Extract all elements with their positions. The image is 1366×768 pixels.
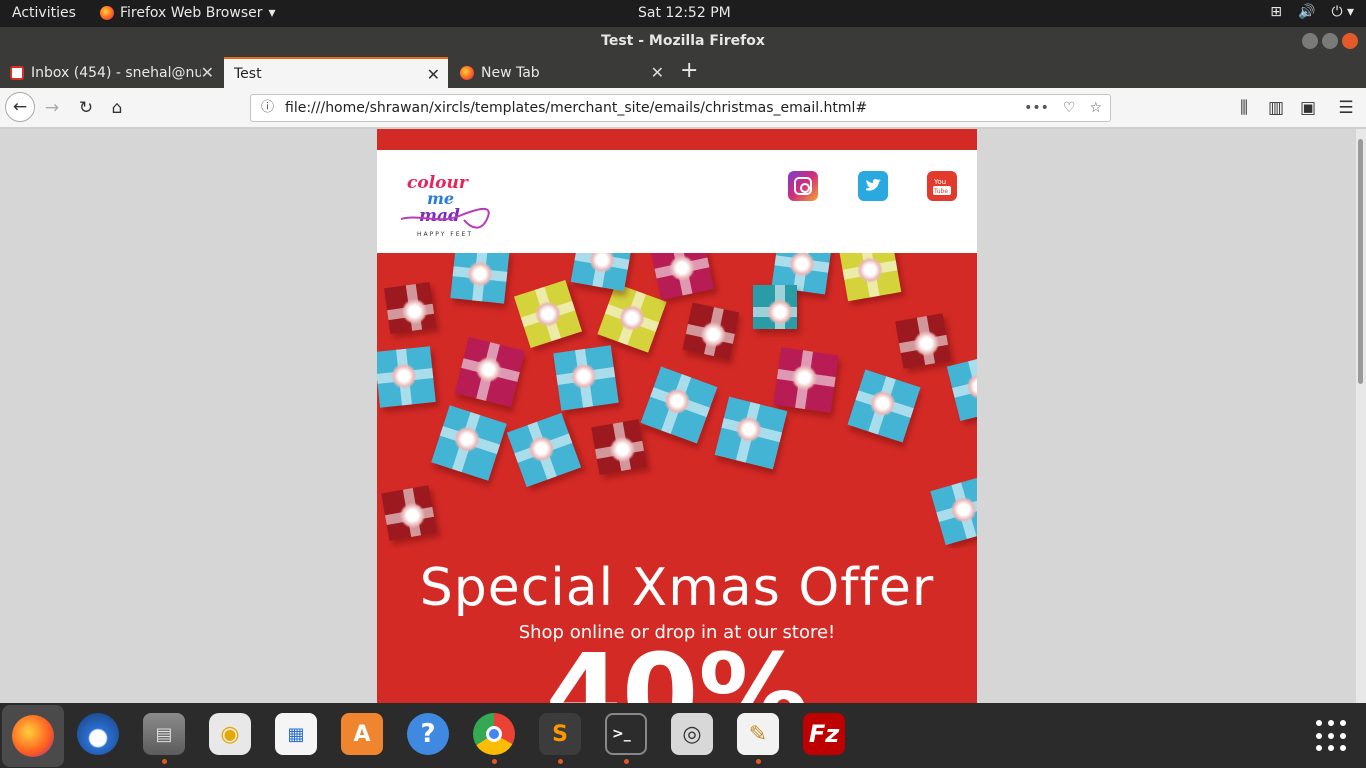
help-icon: ? [407,713,449,755]
menu-icon[interactable]: ☰ [1332,94,1360,122]
hero-gift-image [377,253,977,548]
software-bag-icon: A [341,713,383,755]
files-icon: ▤ [143,713,185,755]
offer-percentage: 40% [545,630,809,703]
reload-button[interactable]: ↻ [72,94,100,122]
activities-button[interactable]: Activities [12,5,76,21]
svg-text:mad: mad [419,206,460,226]
app-menu[interactable]: Firefox Web Browser ▾ [100,5,276,21]
tab-label: New Tab [481,64,540,81]
dock-screenshot[interactable]: ◎ [668,710,716,758]
christmas-email: colour me mad HAPPY FEET You Tube Specia… [377,129,977,703]
close-tab-icon[interactable]: ✕ [427,65,440,84]
show-applications-icon[interactable] [1316,720,1348,752]
top-strip [377,129,977,150]
close-tab-icon[interactable]: ✕ [651,63,664,82]
dock-software[interactable]: A [338,710,386,758]
chevron-down-icon: ▾ [268,5,276,21]
dock-thunderbird[interactable] [74,710,122,758]
gnome-top-bar: Activities Firefox Web Browser ▾ Sat 12:… [0,0,1366,27]
app-menu-label: Firefox Web Browser [120,5,263,21]
thunderbird-icon [77,713,119,755]
offer-section: Special Xmas Offer Shop online or drop i… [377,558,977,703]
document-icon: ▦ [275,713,317,755]
dock-help[interactable]: ? [404,710,452,758]
notepad-pencil-icon: ✎ [737,713,779,755]
power-icon[interactable]: ⏻ ▾ [1331,4,1354,20]
window-controls [1302,33,1358,49]
firefox-icon [100,6,114,20]
home-button[interactable]: ⌂ [103,94,131,122]
close-tab-icon[interactable]: ✕ [201,63,214,82]
window-title: Test - Mozilla Firefox [601,33,765,49]
sublime-icon: S [539,713,581,755]
terminal-icon: >_ [605,713,647,755]
firefox-icon [12,715,54,757]
url-bar[interactable]: ⓘ file:///home/shrawan/xircls/templates/… [250,94,1111,122]
close-window-button[interactable] [1342,33,1358,49]
offer-title: Special Xmas Offer [419,558,935,618]
forward-button[interactable]: → [38,94,66,122]
brand-logo[interactable]: colour me mad HAPPY FEET [399,164,499,239]
dock-writer[interactable]: ▦ [272,710,320,758]
page-content: colour me mad HAPPY FEET You Tube Specia… [0,129,1356,703]
back-button[interactable]: ← [5,92,35,122]
dock-rhythmbox[interactable]: ◉ [206,710,254,758]
clock[interactable]: Sat 12:52 PM [638,5,731,21]
info-icon[interactable]: ⓘ [261,95,274,121]
url-text: file:///home/shrawan/xircls/templates/me… [285,100,868,116]
svg-text:Tube: Tube [933,188,948,195]
firefox-icon [460,65,474,80]
network-icon[interactable]: ⊞ [1270,4,1282,20]
youtube-icon[interactable]: You Tube [927,171,957,201]
dock-filezilla[interactable]: Fz [800,710,848,758]
screenshot-icon[interactable]: ▣ [1294,94,1322,122]
filezilla-icon: Fz [803,713,845,755]
gmail-icon [10,65,24,80]
svg-text:HAPPY FEET: HAPPY FEET [417,231,473,238]
sidebar-icon[interactable]: ▥ [1262,94,1290,122]
tab-test[interactable]: Test ✕ [224,57,448,88]
tab-inbox[interactable]: Inbox (454) - snehal@nu ✕ [0,57,222,88]
scrollbar-thumb[interactable] [1358,139,1363,384]
chrome-icon [473,713,515,755]
dock-firefox[interactable] [2,705,64,767]
tab-new[interactable]: New Tab ✕ [450,57,672,88]
volume-icon[interactable]: 🔊 [1298,4,1315,20]
system-tray[interactable]: ⊞ 🔊 ⏻ ▾ [1270,4,1354,20]
navigation-bar: ← → ↻ ⌂ ⓘ file:///home/shrawan/xircls/te… [0,88,1366,128]
tab-label: Inbox (454) - snehal@nu [31,64,201,81]
email-header: colour me mad HAPPY FEET You Tube [377,150,977,253]
dock: ▤ ◉ ▦ A ? S >_ ◎ ✎ Fz [0,703,1366,768]
dock-terminal[interactable]: >_ [602,710,650,764]
instagram-icon[interactable] [788,171,818,201]
camera-icon: ◎ [671,713,713,755]
library-icon[interactable]: ⫼ [1230,94,1258,122]
url-actions: ••• ♡ ☆ [1024,95,1102,121]
tab-label: Test [234,65,262,82]
minimize-button[interactable] [1302,33,1318,49]
maximize-button[interactable] [1322,33,1338,49]
new-tab-button[interactable]: + [680,58,698,83]
svg-text:You: You [933,178,946,186]
page-actions-icon[interactable]: ••• [1024,95,1049,121]
speaker-icon: ◉ [209,713,251,755]
dock-text-editor[interactable]: ✎ [734,710,782,764]
bookmark-star-icon[interactable]: ☆ [1089,95,1102,121]
vertical-scrollbar[interactable] [1356,129,1366,703]
twitter-icon[interactable] [858,171,888,201]
dock-files[interactable]: ▤ [140,710,188,764]
pocket-icon[interactable]: ♡ [1063,95,1076,121]
dock-chrome[interactable] [470,710,518,764]
dock-sublime[interactable]: S [536,710,584,764]
window-titlebar: Test - Mozilla Firefox [0,27,1366,55]
